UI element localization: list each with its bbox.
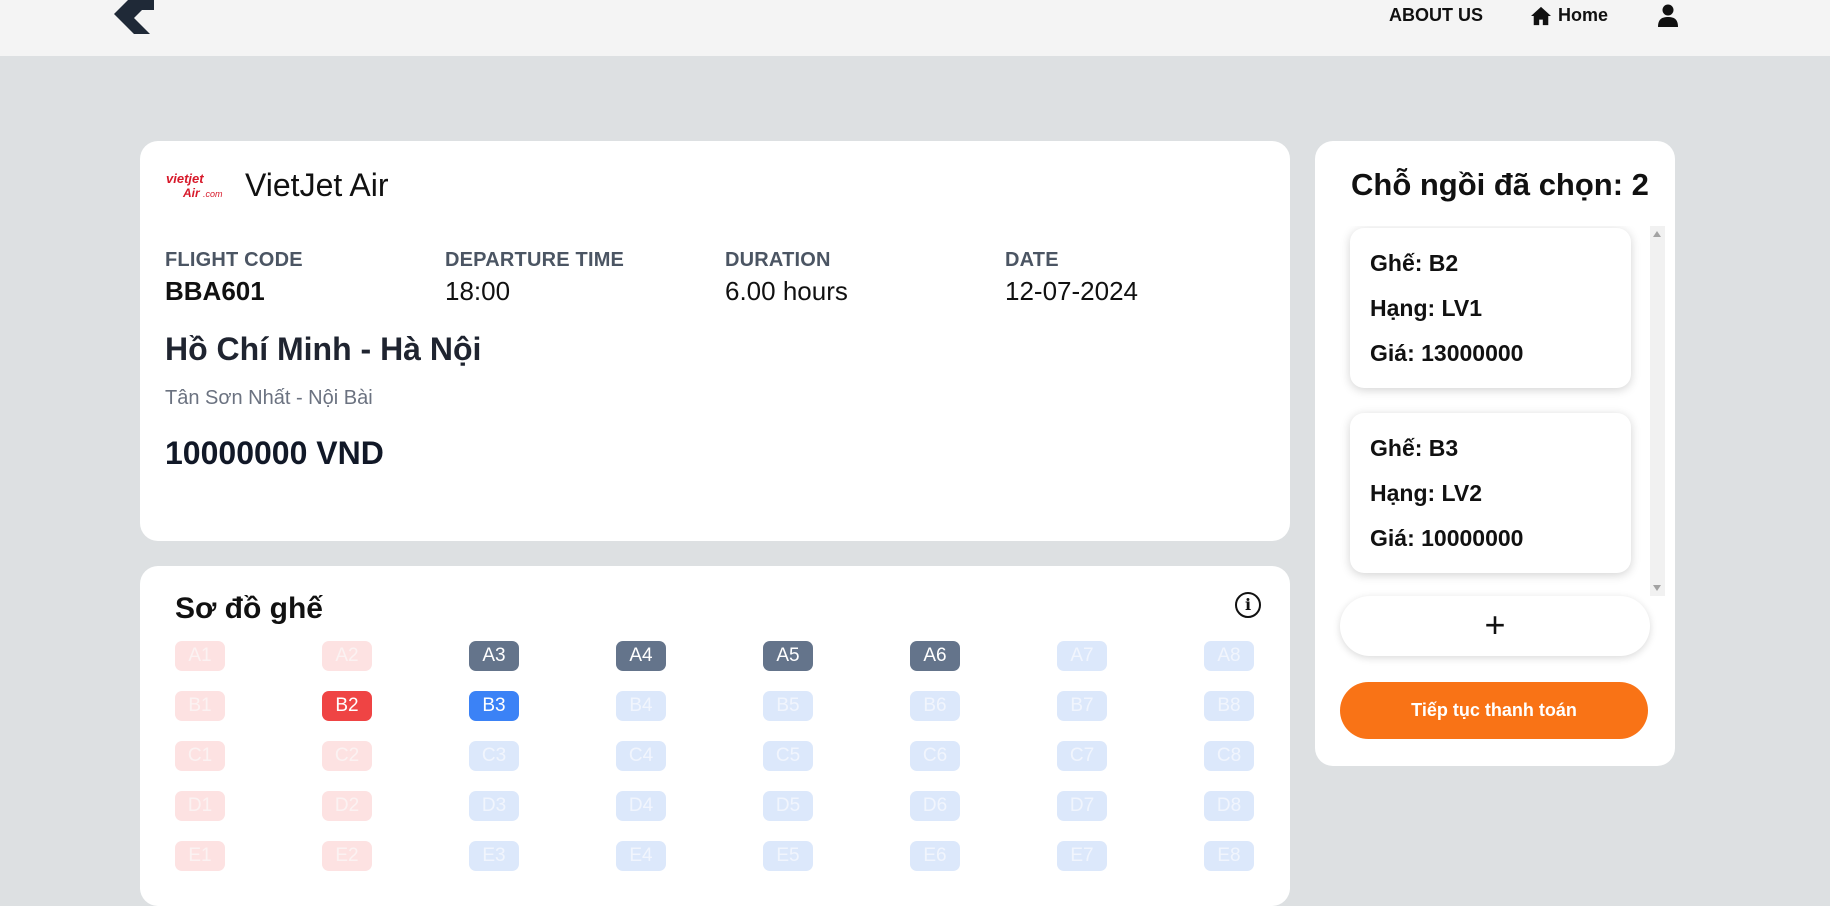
departure-label: DEPARTURE TIME <box>445 249 625 271</box>
flight-price: 10000000 VND <box>165 435 384 471</box>
departure-block: DEPARTURE TIME 18:00 <box>445 249 624 307</box>
seat-a8[interactable]: A8 <box>1204 641 1254 671</box>
selected-seat-class: Hạng: LV2 <box>1370 480 1483 506</box>
nav-about-link[interactable]: ABOUT US <box>1389 5 1483 26</box>
nav-home-link[interactable]: Home <box>1530 5 1608 26</box>
top-navbar: ABOUT US Home <box>0 0 1830 56</box>
duration-label: DURATION <box>725 249 831 271</box>
seat-b7[interactable]: B7 <box>1057 691 1107 721</box>
seat-d1[interactable]: D1 <box>175 791 225 821</box>
seat-b5[interactable]: B5 <box>763 691 813 721</box>
duration-value: 6.00 hours <box>725 276 848 306</box>
airline-name: VietJet Air <box>245 167 389 203</box>
vietjet-logo: vietjet Air .com <box>166 171 223 200</box>
continue-payment-button[interactable]: Tiếp tục thanh toán <box>1340 682 1648 739</box>
add-seat-button[interactable]: + <box>1340 596 1650 656</box>
flight-info-card: vietjet Air .com VietJet Air FLIGHT CODE… <box>140 141 1290 541</box>
flight-code-value: BBA601 <box>165 276 265 306</box>
seat-a1[interactable]: A1 <box>175 641 225 671</box>
seat-map-title: Sơ đồ ghế <box>175 592 323 625</box>
seat-c6[interactable]: C6 <box>910 741 960 771</box>
seat-c5[interactable]: C5 <box>763 741 813 771</box>
seat-e1[interactable]: E1 <box>175 841 225 871</box>
seat-e5[interactable]: E5 <box>763 841 813 871</box>
seat-b2[interactable]: B2 <box>322 691 372 721</box>
seat-d4[interactable]: D4 <box>616 791 666 821</box>
date-value: 12-07-2024 <box>1005 276 1138 306</box>
seat-c3[interactable]: C3 <box>469 741 519 771</box>
info-icon[interactable]: i <box>1235 592 1261 618</box>
seat-a3[interactable]: A3 <box>469 641 519 671</box>
selected-seat-id: Ghế: B3 <box>1370 435 1459 461</box>
seat-a2[interactable]: A2 <box>322 641 372 671</box>
seat-b4[interactable]: B4 <box>616 691 666 721</box>
seat-d3[interactable]: D3 <box>469 791 519 821</box>
airports-subtitle: Tân Sơn Nhất - Nội Bài <box>165 387 373 409</box>
duration-block: DURATION 6.00 hours <box>725 249 848 307</box>
seat-a4[interactable]: A4 <box>616 641 666 671</box>
selected-seat-price: Giá: 10000000 <box>1370 525 1524 551</box>
seat-a5[interactable]: A5 <box>763 641 813 671</box>
departure-value: 18:00 <box>445 276 511 306</box>
selected-seat-id: Ghế: B2 <box>1370 250 1459 276</box>
user-icon[interactable] <box>1658 4 1678 28</box>
seat-map-card: Sơ đồ ghế i A1 A2 A3 A4 A5 A6 A7 A8 B1 B2 B3 B4 B5 B6… <box>140 566 1290 906</box>
seat-d7[interactable]: D7 <box>1057 791 1107 821</box>
selected-seat-price: Giá: 13000000 <box>1370 340 1524 366</box>
selected-seats-list[interactable]: Ghế: B2 Hạng: LV1 Giá: 13000000 Ghế: B3 … <box>1335 226 1665 596</box>
selected-seat-class: Hạng: LV1 <box>1370 295 1483 321</box>
seat-b8[interactable]: B8 <box>1204 691 1254 721</box>
seat-e7[interactable]: E7 <box>1057 841 1107 871</box>
seat-c7[interactable]: C7 <box>1057 741 1107 771</box>
selected-seat-card: Ghế: B3 Hạng: LV2 Giá: 10000000 <box>1350 413 1631 573</box>
scrollbar[interactable] <box>1650 226 1665 596</box>
seat-e4[interactable]: E4 <box>616 841 666 871</box>
selected-seats-title: Chỗ ngồi đã chọn: 2 <box>1351 167 1649 202</box>
seat-c2[interactable]: C2 <box>322 741 372 771</box>
seat-e6[interactable]: E6 <box>910 841 960 871</box>
svg-text:.com: .com <box>203 189 223 199</box>
seat-d2[interactable]: D2 <box>322 791 372 821</box>
nav-home-label: Home <box>1558 5 1609 25</box>
seat-a7[interactable]: A7 <box>1057 641 1107 671</box>
seat-d8[interactable]: D8 <box>1204 791 1254 821</box>
date-label: DATE <box>1005 249 1059 271</box>
seat-e3[interactable]: E3 <box>469 841 519 871</box>
scroll-up-icon[interactable] <box>1653 231 1661 237</box>
selected-seats-panel: Chỗ ngồi đã chọn: 2 Ghế: B2 Hạng: LV1 Gi… <box>1315 141 1675 766</box>
seat-b6[interactable]: B6 <box>910 691 960 721</box>
seat-e2[interactable]: E2 <box>322 841 372 871</box>
seat-b1[interactable]: B1 <box>175 691 225 721</box>
seat-e8[interactable]: E8 <box>1204 841 1254 871</box>
seat-c4[interactable]: C4 <box>616 741 666 771</box>
flight-code-label: FLIGHT CODE <box>165 249 303 271</box>
seat-b3[interactable]: B3 <box>469 691 519 721</box>
svg-text:Air: Air <box>182 186 201 200</box>
seat-c1[interactable]: C1 <box>175 741 225 771</box>
date-block: DATE 12-07-2024 <box>1005 249 1138 307</box>
selected-seat-card: Ghế: B2 Hạng: LV1 Giá: 13000000 <box>1350 228 1631 388</box>
seat-d5[interactable]: D5 <box>763 791 813 821</box>
seat-c8[interactable]: C8 <box>1204 741 1254 771</box>
flight-code-block: FLIGHT CODE BBA601 <box>165 249 303 307</box>
back-arrow-logo-icon[interactable] <box>114 0 156 36</box>
scroll-down-icon[interactable] <box>1653 585 1661 591</box>
home-icon <box>1531 6 1551 25</box>
svg-text:vietjet: vietjet <box>166 171 204 186</box>
seat-a6[interactable]: A6 <box>910 641 960 671</box>
route-title: Hồ Chí Minh - Hà Nội <box>165 331 482 367</box>
seat-d6[interactable]: D6 <box>910 791 960 821</box>
